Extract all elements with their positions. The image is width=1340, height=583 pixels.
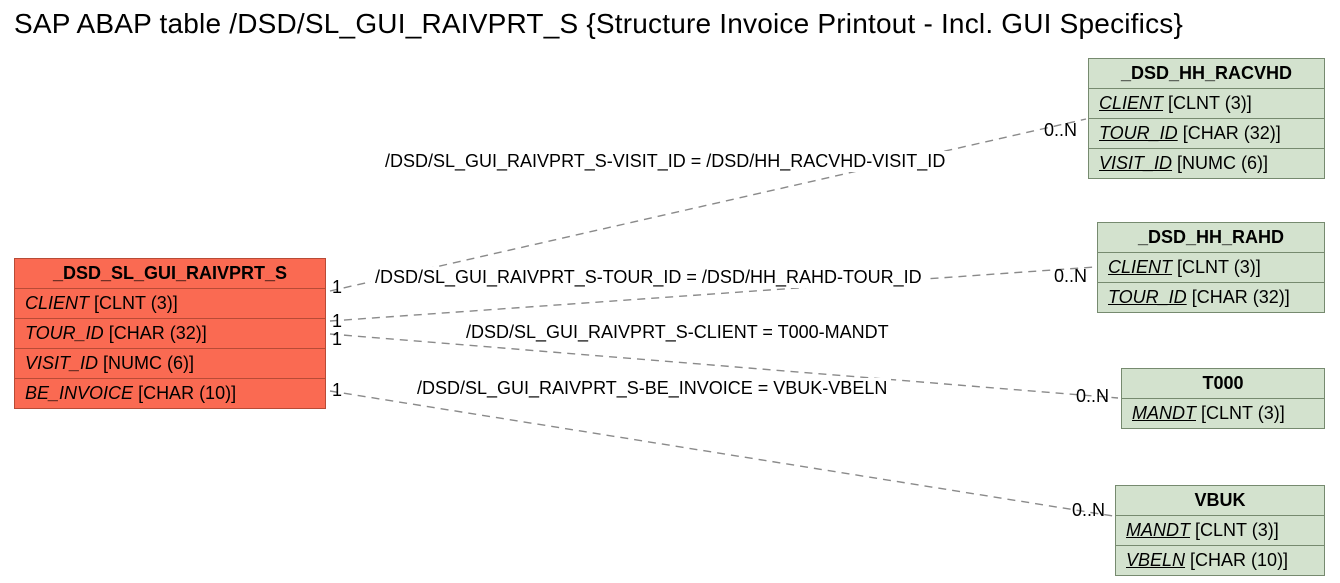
field-type: [NUMC (6)] xyxy=(103,353,194,373)
entity-target: _DSD_HH_RAHD CLIENT [CLNT (3)] TOUR_ID [… xyxy=(1097,222,1325,313)
entity-target: _DSD_HH_RACVHD CLIENT [CLNT (3)] TOUR_ID… xyxy=(1088,58,1325,179)
field-type: [CLNT (3)] xyxy=(1177,257,1261,277)
field-type: [CHAR (10)] xyxy=(1190,550,1288,570)
entity-target-field: TOUR_ID [CHAR (32)] xyxy=(1089,119,1324,149)
field-name: MANDT xyxy=(1126,520,1190,540)
entity-target: VBUK MANDT [CLNT (3)] VBELN [CHAR (10)] xyxy=(1115,485,1325,576)
field-type: [CLNT (3)] xyxy=(1168,93,1252,113)
cardinality-left: 1 xyxy=(332,277,342,298)
field-name: BE_INVOICE xyxy=(25,383,133,403)
entity-target-field: MANDT [CLNT (3)] xyxy=(1122,399,1324,428)
entity-target-field: VISIT_ID [NUMC (6)] xyxy=(1089,149,1324,178)
cardinality-left: 1 xyxy=(332,329,342,350)
entity-source-header: _DSD_SL_GUI_RAIVPRT_S xyxy=(15,259,325,289)
relation-label: /DSD/SL_GUI_RAIVPRT_S-CLIENT = T000-MAND… xyxy=(462,322,893,343)
entity-target-header: T000 xyxy=(1122,369,1324,399)
field-type: [CLNT (3)] xyxy=(1201,403,1285,423)
field-name: CLIENT xyxy=(1108,257,1172,277)
cardinality-right: 0..N xyxy=(1076,386,1109,407)
field-name: VISIT_ID xyxy=(1099,153,1172,173)
field-type: [CLNT (3)] xyxy=(1195,520,1279,540)
field-type: [CHAR (32)] xyxy=(1183,123,1281,143)
field-name: MANDT xyxy=(1132,403,1196,423)
entity-source-field: VISIT_ID [NUMC (6)] xyxy=(15,349,325,379)
entity-source-field: TOUR_ID [CHAR (32)] xyxy=(15,319,325,349)
field-type: [NUMC (6)] xyxy=(1177,153,1268,173)
field-name: CLIENT xyxy=(25,293,89,313)
field-type: [CLNT (3)] xyxy=(94,293,178,313)
field-name: VISIT_ID xyxy=(25,353,98,373)
entity-target: T000 MANDT [CLNT (3)] xyxy=(1121,368,1325,429)
cardinality-right: 0..N xyxy=(1054,266,1087,287)
field-name: VBELN xyxy=(1126,550,1185,570)
entity-target-field: MANDT [CLNT (3)] xyxy=(1116,516,1324,546)
entity-target-header: VBUK xyxy=(1116,486,1324,516)
field-name: CLIENT xyxy=(1099,93,1163,113)
entity-source: _DSD_SL_GUI_RAIVPRT_S CLIENT [CLNT (3)] … xyxy=(14,258,326,409)
entity-target-header: _DSD_HH_RAHD xyxy=(1098,223,1324,253)
relation-label: /DSD/SL_GUI_RAIVPRT_S-BE_INVOICE = VBUK-… xyxy=(413,378,891,399)
field-name: TOUR_ID xyxy=(25,323,104,343)
relation-label: /DSD/SL_GUI_RAIVPRT_S-TOUR_ID = /DSD/HH_… xyxy=(371,267,926,288)
entity-target-field: VBELN [CHAR (10)] xyxy=(1116,546,1324,575)
cardinality-left: 1 xyxy=(332,380,342,401)
entity-source-field: BE_INVOICE [CHAR (10)] xyxy=(15,379,325,408)
field-name: TOUR_ID xyxy=(1108,287,1187,307)
relation-label: /DSD/SL_GUI_RAIVPRT_S-VISIT_ID = /DSD/HH… xyxy=(381,151,949,172)
entity-target-field: CLIENT [CLNT (3)] xyxy=(1089,89,1324,119)
cardinality-right: 0..N xyxy=(1044,120,1077,141)
entity-target-field: TOUR_ID [CHAR (32)] xyxy=(1098,283,1324,312)
cardinality-right: 0..N xyxy=(1072,500,1105,521)
field-type: [CHAR (10)] xyxy=(138,383,236,403)
field-name: TOUR_ID xyxy=(1099,123,1178,143)
entity-source-field: CLIENT [CLNT (3)] xyxy=(15,289,325,319)
page-title: SAP ABAP table /DSD/SL_GUI_RAIVPRT_S {St… xyxy=(14,8,1183,40)
entity-target-field: CLIENT [CLNT (3)] xyxy=(1098,253,1324,283)
field-type: [CHAR (32)] xyxy=(1192,287,1290,307)
entity-target-header: _DSD_HH_RACVHD xyxy=(1089,59,1324,89)
field-type: [CHAR (32)] xyxy=(109,323,207,343)
